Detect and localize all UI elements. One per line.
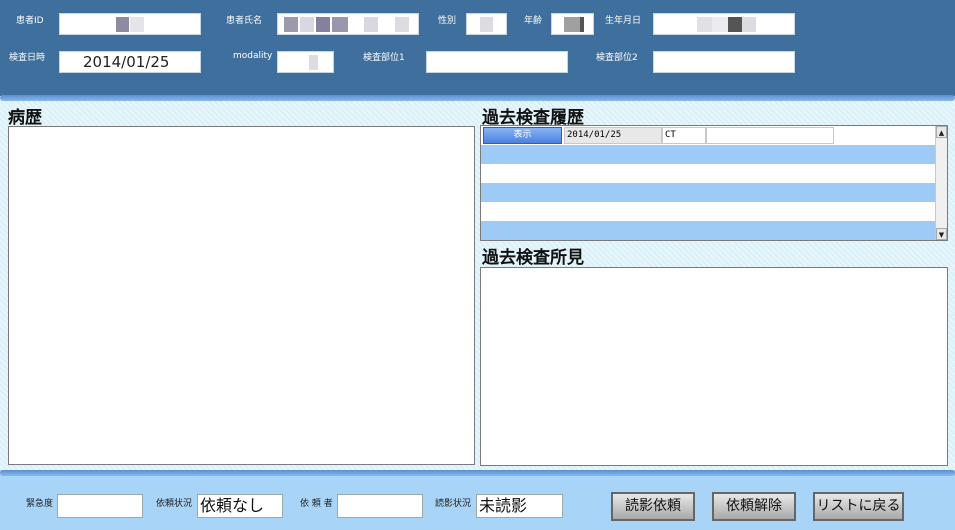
patient-header: 患者ID 患者氏名 性別 年齢 生年月日 検査日時 2014/01/25 mod… — [0, 0, 955, 96]
age-field[interactable] — [551, 13, 594, 35]
exam-part1-label: 検査部位1 — [363, 53, 405, 63]
show-exam-button[interactable]: 表示 — [483, 127, 562, 144]
table-row[interactable] — [481, 145, 936, 164]
sex-field[interactable] — [466, 13, 507, 35]
scroll-down-icon[interactable]: ▼ — [936, 228, 947, 240]
table-row[interactable] — [481, 164, 936, 183]
scroll-up-icon[interactable]: ▲ — [936, 126, 947, 138]
past-findings-title: 過去検査所見 — [482, 248, 584, 268]
exam-modality-cell: CT — [662, 127, 706, 144]
table-row[interactable] — [481, 202, 936, 221]
birthdate-field[interactable] — [653, 13, 795, 35]
footer-divider — [0, 470, 955, 476]
requester-label: 依 頼 者 — [300, 499, 333, 509]
birthdate-label: 生年月日 — [605, 16, 642, 26]
age-label: 年齢 — [524, 16, 543, 26]
modality-field[interactable] — [277, 51, 334, 73]
table-row[interactable] — [481, 221, 936, 240]
patient-id-field[interactable] — [59, 13, 201, 35]
exam-extra-cell — [706, 127, 834, 144]
table-row[interactable]: 表示 2014/01/25 CT — [481, 126, 936, 145]
patient-name-field[interactable] — [277, 13, 419, 35]
exam-date-cell: 2014/01/25 — [564, 127, 662, 144]
request-status-label: 依頼状況 — [156, 499, 193, 509]
patient-id-label: 患者ID — [16, 16, 44, 26]
requester-field[interactable] — [337, 494, 423, 518]
exam-datetime-field[interactable]: 2014/01/25 — [59, 51, 201, 73]
table-row[interactable] — [481, 183, 936, 202]
past-exams-list[interactable]: 表示 2014/01/25 CT ▲ ▼ — [480, 125, 948, 241]
request-status-field[interactable]: 依頼なし — [197, 494, 283, 518]
urgency-field[interactable] — [57, 494, 143, 518]
past-exams-scrollbar[interactable]: ▲ ▼ — [935, 126, 947, 240]
exam-part2-label: 検査部位2 — [596, 53, 638, 63]
medical-history-textarea[interactable] — [8, 126, 475, 465]
modality-label: modality — [233, 51, 273, 61]
sex-label: 性別 — [438, 16, 457, 26]
medical-history-title: 病歴 — [8, 108, 42, 128]
cancel-request-button[interactable]: 依頼解除 — [712, 492, 796, 521]
request-reading-button[interactable]: 読影依頼 — [611, 492, 695, 521]
exam-part2-field[interactable] — [653, 51, 795, 73]
exam-part1-field[interactable] — [426, 51, 568, 73]
exam-datetime-label: 検査日時 — [9, 53, 46, 63]
back-to-list-button[interactable]: リストに戻る — [813, 492, 904, 521]
urgency-label: 緊急度 — [26, 499, 54, 509]
reading-status-field[interactable]: 未読影 — [476, 494, 563, 518]
patient-name-label: 患者氏名 — [226, 16, 263, 26]
reading-status-label: 読影状況 — [435, 499, 472, 509]
past-findings-textarea[interactable] — [480, 267, 948, 466]
exam-datetime-value: 2014/01/25 — [83, 53, 170, 71]
